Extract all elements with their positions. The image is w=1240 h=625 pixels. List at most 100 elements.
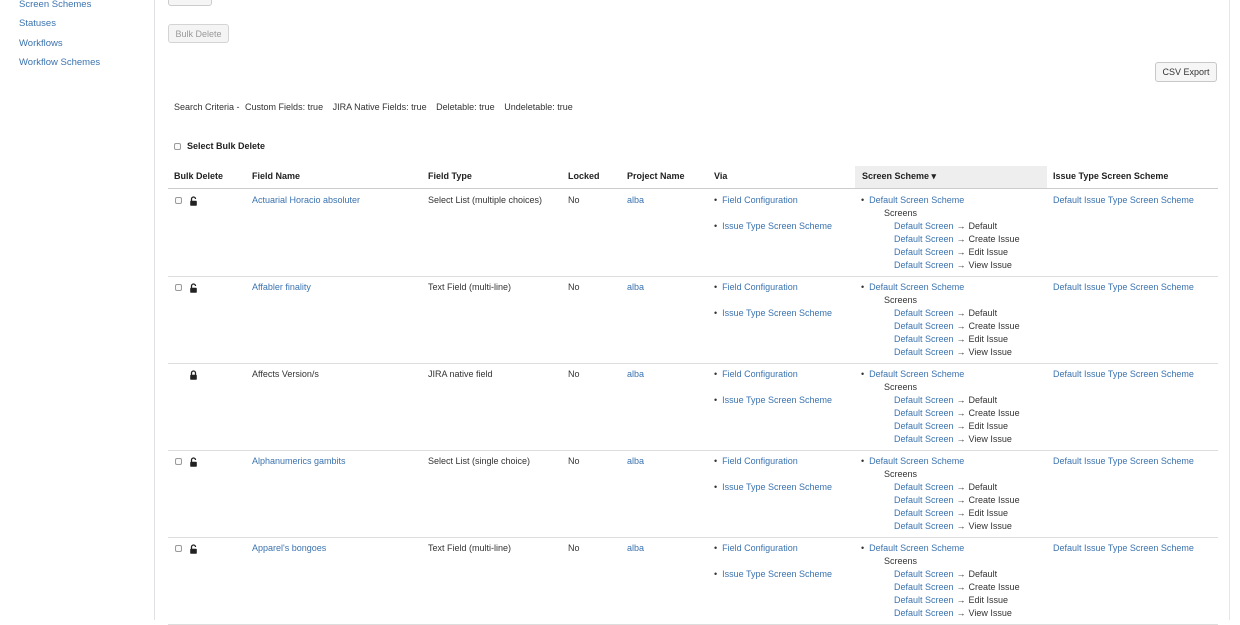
arrow-icon: →: [956, 595, 966, 605]
search-criteria: Search Criteria - Custom Fields: true JI…: [174, 102, 580, 112]
header-field-name[interactable]: Field Name: [252, 171, 300, 181]
via-issue-type-screen-scheme-link[interactable]: Issue Type Screen Scheme: [722, 308, 832, 318]
screen-operation: View Issue: [968, 521, 1012, 531]
screen-link[interactable]: Default Screen: [894, 395, 954, 405]
screen-link[interactable]: Default Screen: [894, 260, 954, 270]
field-name-link[interactable]: Actuarial Horacio absoluter: [252, 195, 360, 205]
screen-scheme-link[interactable]: Default Screen Scheme: [869, 543, 964, 553]
project-name-link[interactable]: alba: [627, 369, 644, 379]
partial-top-button[interactable]: [168, 0, 212, 6]
header-via[interactable]: Via: [714, 171, 727, 181]
screen-link[interactable]: Default Screen: [894, 608, 954, 618]
sidebar-item-screen-schemes[interactable]: Screen Schemes: [19, 0, 91, 10]
arrow-icon: →: [956, 582, 966, 592]
unlocked-icon: [189, 196, 198, 206]
field-name-link[interactable]: Apparel's bongoes: [252, 543, 326, 553]
unlocked-icon: [189, 544, 198, 554]
issue-type-screen-scheme-link[interactable]: Default Issue Type Screen Scheme: [1053, 543, 1194, 553]
screen-mapping: Default Screen → Edit Issue: [894, 334, 1008, 344]
select-bulk-delete-label: Select Bulk Delete: [187, 141, 266, 151]
screen-link[interactable]: Default Screen: [894, 495, 954, 505]
screen-link[interactable]: Default Screen: [894, 582, 954, 592]
issue-type-screen-scheme-link[interactable]: Default Issue Type Screen Scheme: [1053, 369, 1194, 379]
screen-link[interactable]: Default Screen: [894, 569, 954, 579]
row-bulk-delete-checkbox[interactable]: [175, 284, 182, 291]
field-type: Select List (single choice): [428, 456, 531, 466]
row-bulk-delete-checkbox[interactable]: [175, 458, 182, 465]
sidebar-item-statuses[interactable]: Statuses: [19, 18, 56, 29]
bulk-delete-button[interactable]: Bulk Delete: [168, 24, 229, 43]
via-issue-type-screen-scheme-link[interactable]: Issue Type Screen Scheme: [722, 482, 832, 492]
csv-export-button[interactable]: CSV Export: [1155, 62, 1217, 82]
project-name-link[interactable]: alba: [627, 282, 644, 292]
admin-sidebar: Screen Schemes Statuses Workflows Workfl…: [0, 0, 154, 620]
screen-operation: Default: [968, 395, 998, 405]
arrow-icon: →: [956, 482, 966, 492]
row-bulk-delete-checkbox[interactable]: [175, 545, 182, 552]
sidebar-item-workflows[interactable]: Workflows: [19, 38, 63, 49]
via-field-configuration-link[interactable]: Field Configuration: [722, 369, 798, 379]
via-issue-type-screen-scheme-link[interactable]: Issue Type Screen Scheme: [722, 395, 832, 405]
screen-scheme-link[interactable]: Default Screen Scheme: [869, 456, 964, 466]
via-item: • Issue Type Screen Scheme: [714, 308, 832, 318]
project-name-link[interactable]: alba: [627, 543, 644, 553]
screen-link[interactable]: Default Screen: [894, 347, 954, 357]
via-issue-type-screen-scheme-link[interactable]: Issue Type Screen Scheme: [722, 569, 832, 579]
screen-link[interactable]: Default Screen: [894, 508, 954, 518]
screen-mapping: Default Screen → Edit Issue: [894, 595, 1008, 605]
screen-operation: Create Issue: [968, 408, 1020, 418]
via-field-configuration-link[interactable]: Field Configuration: [722, 543, 798, 553]
screen-link[interactable]: Default Screen: [894, 434, 954, 444]
screen-scheme-link[interactable]: Default Screen Scheme: [869, 282, 964, 292]
arrow-icon: →: [956, 321, 966, 331]
screen-mapping: Default Screen → Default: [894, 221, 997, 231]
issue-type-screen-scheme-link[interactable]: Default Issue Type Screen Scheme: [1053, 282, 1194, 292]
screen-link[interactable]: Default Screen: [894, 321, 954, 331]
screen-link[interactable]: Default Screen: [894, 247, 954, 257]
header-locked[interactable]: Locked: [568, 171, 600, 181]
screen-link[interactable]: Default Screen: [894, 421, 954, 431]
header-screen-scheme-sorted[interactable]: Screen Scheme ▾: [855, 166, 1047, 188]
arrow-icon: →: [956, 608, 966, 618]
via-field-configuration-link[interactable]: Field Configuration: [722, 456, 798, 466]
header-issue-type-screen-scheme[interactable]: Issue Type Screen Scheme: [1053, 171, 1168, 181]
arrow-icon: →: [956, 434, 966, 444]
screen-link[interactable]: Default Screen: [894, 234, 954, 244]
via-issue-type-screen-scheme-link[interactable]: Issue Type Screen Scheme: [722, 221, 832, 231]
screen-link[interactable]: Default Screen: [894, 521, 954, 531]
row-bulk-delete-checkbox[interactable]: [175, 197, 182, 204]
issue-type-screen-scheme-link[interactable]: Default Issue Type Screen Scheme: [1053, 456, 1194, 466]
locked-value: No: [568, 456, 580, 466]
locked-value: No: [568, 369, 580, 379]
screen-operation: View Issue: [968, 434, 1012, 444]
via-field-configuration-link[interactable]: Field Configuration: [722, 195, 798, 205]
via-item: • Issue Type Screen Scheme: [714, 482, 832, 492]
field-name-link[interactable]: Affabler finality: [252, 282, 311, 292]
sidebar-divider: [154, 0, 155, 620]
screen-scheme-link[interactable]: Default Screen Scheme: [869, 195, 964, 205]
issue-type-screen-scheme-link[interactable]: Default Issue Type Screen Scheme: [1053, 195, 1194, 205]
field-type: Select List (multiple choices): [428, 195, 543, 205]
content-right-border: [1229, 0, 1230, 620]
select-all-checkbox[interactable]: [174, 142, 181, 150]
screen-link[interactable]: Default Screen: [894, 334, 954, 344]
screen-scheme-link[interactable]: Default Screen Scheme: [869, 369, 964, 379]
header-project-name[interactable]: Project Name: [627, 171, 685, 181]
screen-link[interactable]: Default Screen: [894, 408, 954, 418]
screen-link[interactable]: Default Screen: [894, 221, 954, 231]
project-name-link[interactable]: alba: [627, 195, 644, 205]
screen-operation: Create Issue: [968, 234, 1020, 244]
via-field-configuration-link[interactable]: Field Configuration: [722, 282, 798, 292]
screen-scheme-entry: • Default Screen Scheme: [861, 369, 964, 379]
screen-link[interactable]: Default Screen: [894, 482, 954, 492]
select-bulk-delete[interactable]: Select Bulk Delete: [174, 141, 265, 151]
arrow-icon: →: [956, 234, 966, 244]
sidebar-item-workflow-schemes[interactable]: Workflow Schemes: [19, 57, 100, 68]
field-name-link[interactable]: Alphanumerics gambits: [252, 456, 346, 466]
header-field-type[interactable]: Field Type: [428, 171, 472, 181]
screen-link[interactable]: Default Screen: [894, 595, 954, 605]
header-screen-scheme[interactable]: Screen Scheme ▾: [862, 171, 936, 182]
project-name-link[interactable]: alba: [627, 456, 644, 466]
screen-link[interactable]: Default Screen: [894, 308, 954, 318]
criteria-prefix: Search Criteria -: [174, 102, 240, 112]
